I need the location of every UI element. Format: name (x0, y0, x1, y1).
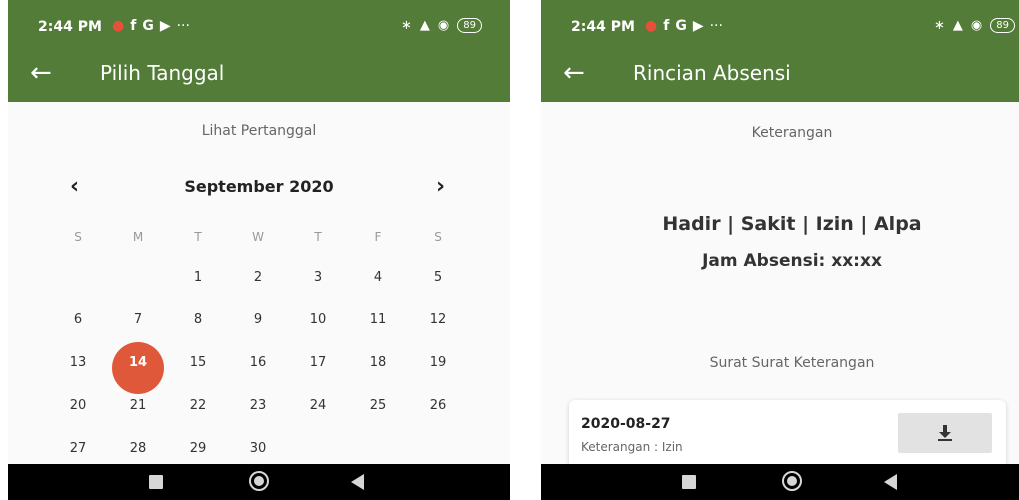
month-title: September 2020 (184, 177, 334, 196)
youtube-icon: ▶ (692, 18, 704, 34)
bluetooth-icon: ∗ (934, 18, 945, 33)
weekday-label: T (314, 230, 322, 244)
section-label: Lihat Pertanggal (201, 123, 317, 139)
calendar-day[interactable]: 7 (113, 305, 163, 335)
youtube-icon: ▶ (159, 18, 171, 34)
calendar-day[interactable]: 24 (293, 391, 343, 421)
calendar-day[interactable]: 5 (413, 263, 463, 293)
letters-label: Surat Surat Keterangan (709, 355, 875, 371)
calendar-day[interactable]: 29 (173, 434, 223, 464)
notification-icons: ● f G ▶ ··· (112, 18, 190, 34)
calendar-day[interactable]: 18 (353, 348, 403, 378)
nav-bar (541, 464, 1019, 500)
calendar-day[interactable]: 13 (53, 348, 103, 378)
letter-description: Keterangan : Izin (581, 440, 683, 454)
attendance-status-options: Hadir | Sakit | Izin | Alpa (662, 213, 922, 235)
home-icon[interactable] (249, 471, 269, 491)
recents-icon[interactable] (682, 475, 696, 489)
calendar-day[interactable]: 10 (293, 305, 343, 335)
back-arrow-icon[interactable]: ← (563, 58, 585, 88)
page-title: Pilih Tanggal (100, 61, 225, 85)
section-label: Keterangan (751, 125, 833, 141)
calendar-day[interactable]: 23 (233, 391, 283, 421)
month-header: ‹ September 2020 › (8, 172, 510, 202)
wifi-icon: ◉ (437, 18, 450, 33)
back-arrow-icon[interactable]: ← (30, 58, 52, 88)
title-bar: ← Rincian Absensi (541, 50, 1019, 102)
attendance-time: Jam Absensi: xx:xx (702, 251, 882, 271)
calendar-day[interactable]: 17 (293, 348, 343, 378)
calendar-day[interactable]: 8 (173, 305, 223, 335)
calendar-day[interactable]: 28 (113, 434, 163, 464)
more-notifications: ··· (176, 18, 190, 34)
attendance-detail-screen: 2:44 PM ● f G ▶ ··· ∗ ▲ ◉ 89 ← Rincian A… (541, 0, 1019, 500)
calendar-day[interactable]: 9 (233, 305, 283, 335)
calendar-day[interactable]: 6 (53, 305, 103, 335)
calendar-day[interactable]: 12 (413, 305, 463, 335)
calendar-day[interactable]: 21 (113, 391, 163, 421)
calendar-day[interactable]: 2 (233, 263, 283, 293)
nav-bar (8, 464, 510, 500)
weekday-label: T (194, 230, 202, 244)
weekday-label: S (74, 230, 82, 244)
calendar-screen: 2:44 PM ● f G ▶ ··· ∗ ▲ ◉ 89 ← Pilih Tan… (8, 0, 510, 500)
calendar-day[interactable]: 25 (353, 391, 403, 421)
wifi-icon: ◉ (970, 18, 983, 33)
status-time: 2:44 PM (571, 19, 635, 35)
calendar-day[interactable]: 4 (353, 263, 403, 293)
recents-icon[interactable] (149, 475, 163, 489)
status-icons: ∗ ▲ ◉ 89 (401, 18, 482, 33)
calendar-day[interactable]: 30 (233, 434, 283, 464)
weekday-label: S (434, 230, 442, 244)
weekday-label: F (374, 230, 382, 244)
calendar-day[interactable]: 11 (353, 305, 403, 335)
weekday-label: M (132, 230, 144, 244)
facebook-icon: f (663, 18, 670, 34)
notification-icons: ● f G ▶ ··· (645, 18, 723, 34)
app-bar: 2:44 PM ● f G ▶ ··· ∗ ▲ ◉ 89 ← Rincian A… (541, 0, 1019, 102)
bluetooth-icon: ∗ (401, 18, 412, 33)
google-icon: G (142, 18, 154, 34)
calendar-day[interactable]: 27 (53, 434, 103, 464)
status-icons: ∗ ▲ ◉ 89 (934, 18, 1015, 33)
app-icon: ● (645, 18, 658, 34)
battery-icon: 89 (457, 18, 482, 33)
calendar-day[interactable]: 16 (233, 348, 283, 378)
calendar-day[interactable]: 1 (173, 263, 223, 293)
more-notifications: ··· (709, 18, 723, 34)
app-icon: ● (112, 18, 125, 34)
download-button[interactable] (898, 413, 992, 453)
google-icon: G (675, 18, 687, 34)
calendar-day[interactable]: 15 (173, 348, 223, 378)
home-icon[interactable] (782, 471, 802, 491)
letter-date: 2020-08-27 (581, 416, 671, 432)
status-bar: 2:44 PM ● f G ▶ ··· ∗ ▲ ◉ 89 (8, 0, 510, 50)
page-title: Rincian Absensi (633, 61, 791, 85)
title-bar: ← Pilih Tanggal (8, 50, 510, 102)
battery-icon: 89 (990, 18, 1015, 33)
calendar-day[interactable]: 22 (173, 391, 223, 421)
next-month-button[interactable]: › (436, 172, 445, 202)
calendar-day[interactable]: 20 (53, 391, 103, 421)
back-icon[interactable] (351, 474, 364, 490)
app-bar: 2:44 PM ● f G ▶ ··· ∗ ▲ ◉ 89 ← Pilih Tan… (8, 0, 510, 102)
calendar-day[interactable]: 26 (413, 391, 463, 421)
signal-icon: ▲ (952, 18, 963, 33)
download-icon (938, 425, 952, 441)
calendar-day-selected[interactable]: 14 (113, 348, 163, 378)
weekday-label: W (252, 230, 264, 244)
status-time: 2:44 PM (38, 19, 102, 35)
calendar-day[interactable]: 19 (413, 348, 463, 378)
facebook-icon: f (130, 18, 137, 34)
back-icon[interactable] (884, 474, 897, 490)
signal-icon: ▲ (419, 18, 430, 33)
status-bar: 2:44 PM ● f G ▶ ··· ∗ ▲ ◉ 89 (541, 0, 1019, 50)
calendar-day[interactable]: 3 (293, 263, 343, 293)
